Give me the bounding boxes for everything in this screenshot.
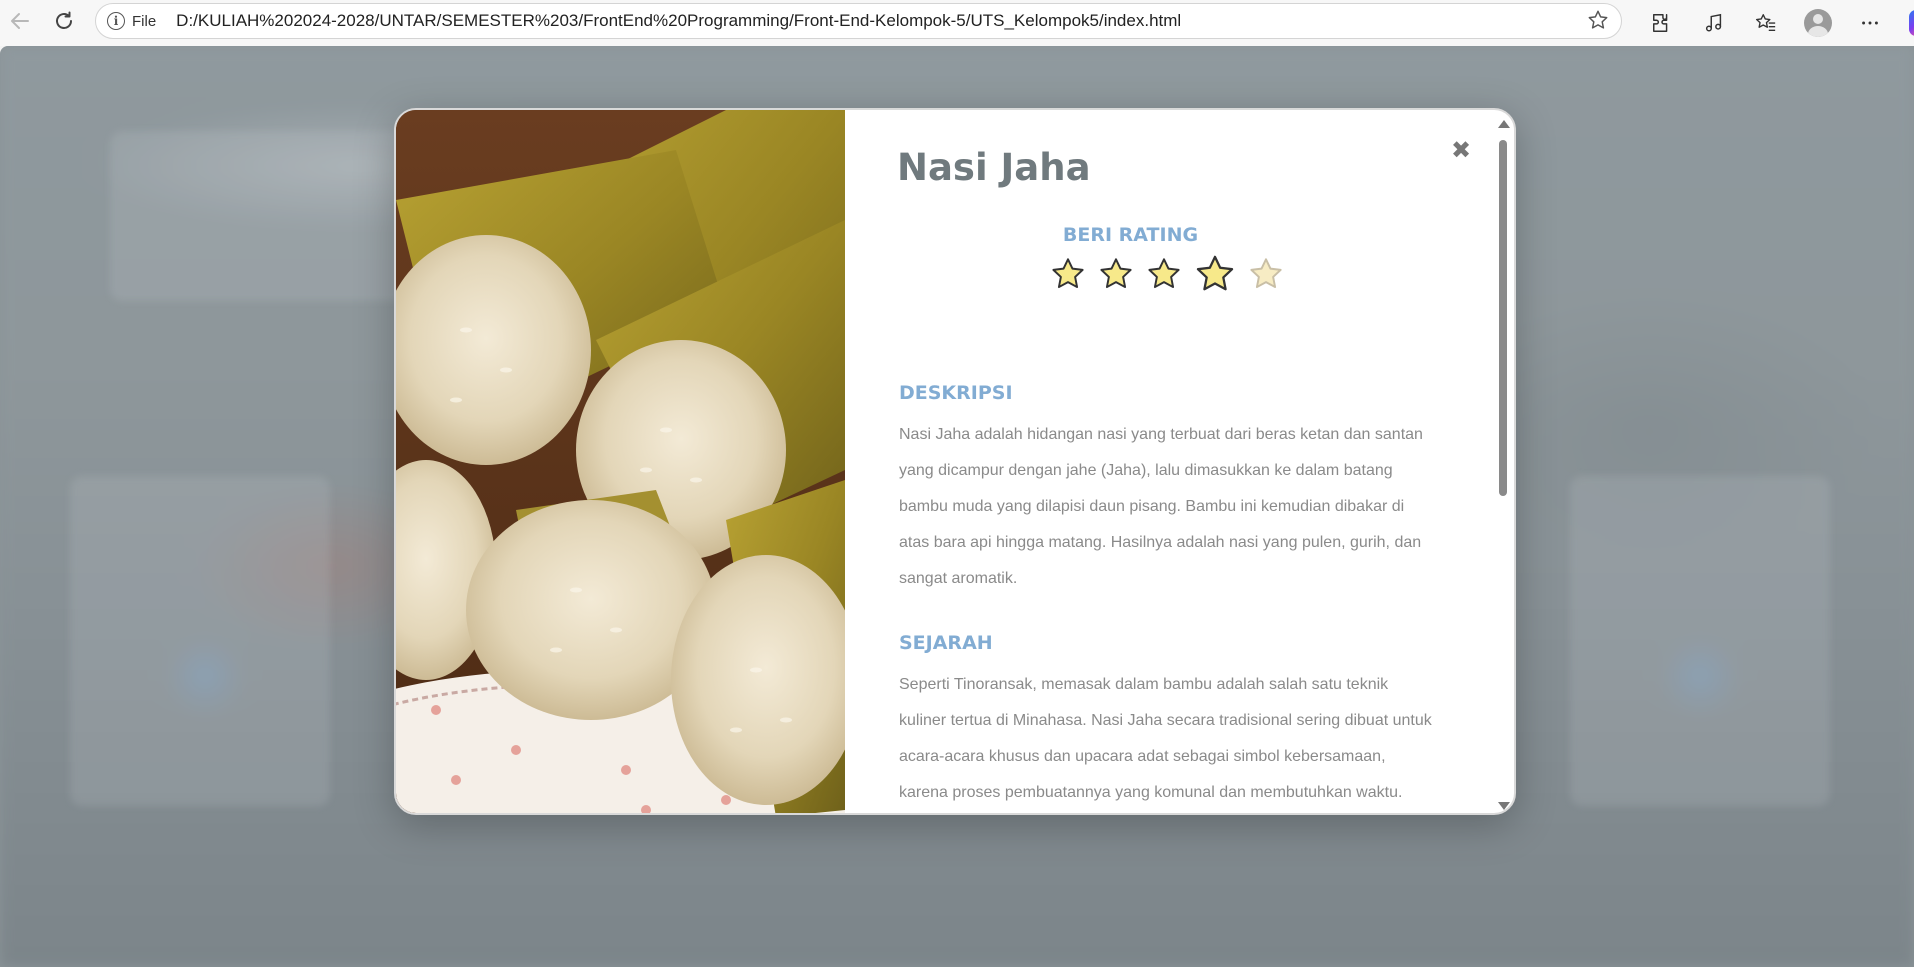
description-text: Nasi Jaha adalah hidangan nasi yang terb…: [899, 426, 1423, 587]
star-rating: [1050, 253, 1284, 295]
info-icon[interactable]: i: [107, 12, 125, 30]
history-heading: SEJARAH: [899, 632, 993, 654]
address-bar[interactable]: i File D:/KULIAH%202024-2028/UNTAR/SEMES…: [95, 3, 1622, 39]
back-icon[interactable]: [0, 1, 40, 41]
refresh-icon[interactable]: [44, 1, 84, 41]
profile-avatar: [1804, 9, 1832, 37]
copilot-button[interactable]: [1896, 3, 1914, 43]
blurred-background-card: [70, 476, 330, 806]
toolbar-actions: [1636, 0, 1914, 46]
favorite-star-icon[interactable]: [1587, 9, 1609, 37]
star-filled-icon[interactable]: [1146, 256, 1182, 292]
close-icon[interactable]: ✖: [1451, 136, 1471, 164]
star-filled-icon[interactable]: [1194, 253, 1236, 295]
favorites-icon[interactable]: [1740, 3, 1792, 43]
blurred-background-card: [1570, 476, 1830, 806]
read-aloud-icon[interactable]: [1688, 3, 1740, 43]
history-text: Seperti Tinoransak, memasak dalam bambu …: [899, 676, 1432, 801]
profile-button[interactable]: [1792, 3, 1844, 43]
file-scheme-label: File: [132, 12, 157, 30]
scroll-up-arrow-icon[interactable]: [1498, 120, 1510, 128]
url-text[interactable]: D:/KULIAH%202024-2028/UNTAR/SEMESTER%203…: [176, 11, 1181, 31]
food-title: Nasi Jaha: [897, 146, 1091, 189]
star-filled-icon[interactable]: [1050, 256, 1086, 292]
extensions-icon[interactable]: [1636, 3, 1688, 43]
copilot-icon: [1909, 10, 1914, 36]
modal-scrollbar[interactable]: [1496, 120, 1510, 810]
star-empty-icon[interactable]: [1248, 256, 1284, 292]
rating-label: BERI RATING: [1062, 224, 1199, 246]
scrollbar-thumb[interactable]: [1499, 140, 1507, 496]
more-icon[interactable]: [1844, 3, 1896, 43]
browser-toolbar: i File D:/KULIAH%202024-2028/UNTAR/SEMES…: [0, 0, 1914, 46]
scroll-down-arrow-icon[interactable]: [1498, 802, 1510, 810]
star-filled-icon[interactable]: [1098, 256, 1134, 292]
description-heading: DESKRIPSI: [899, 382, 1013, 404]
modal-foreground: ✖ Nasi Jaha BERI RATING DESKRIPSI Nasi J…: [394, 108, 1516, 815]
